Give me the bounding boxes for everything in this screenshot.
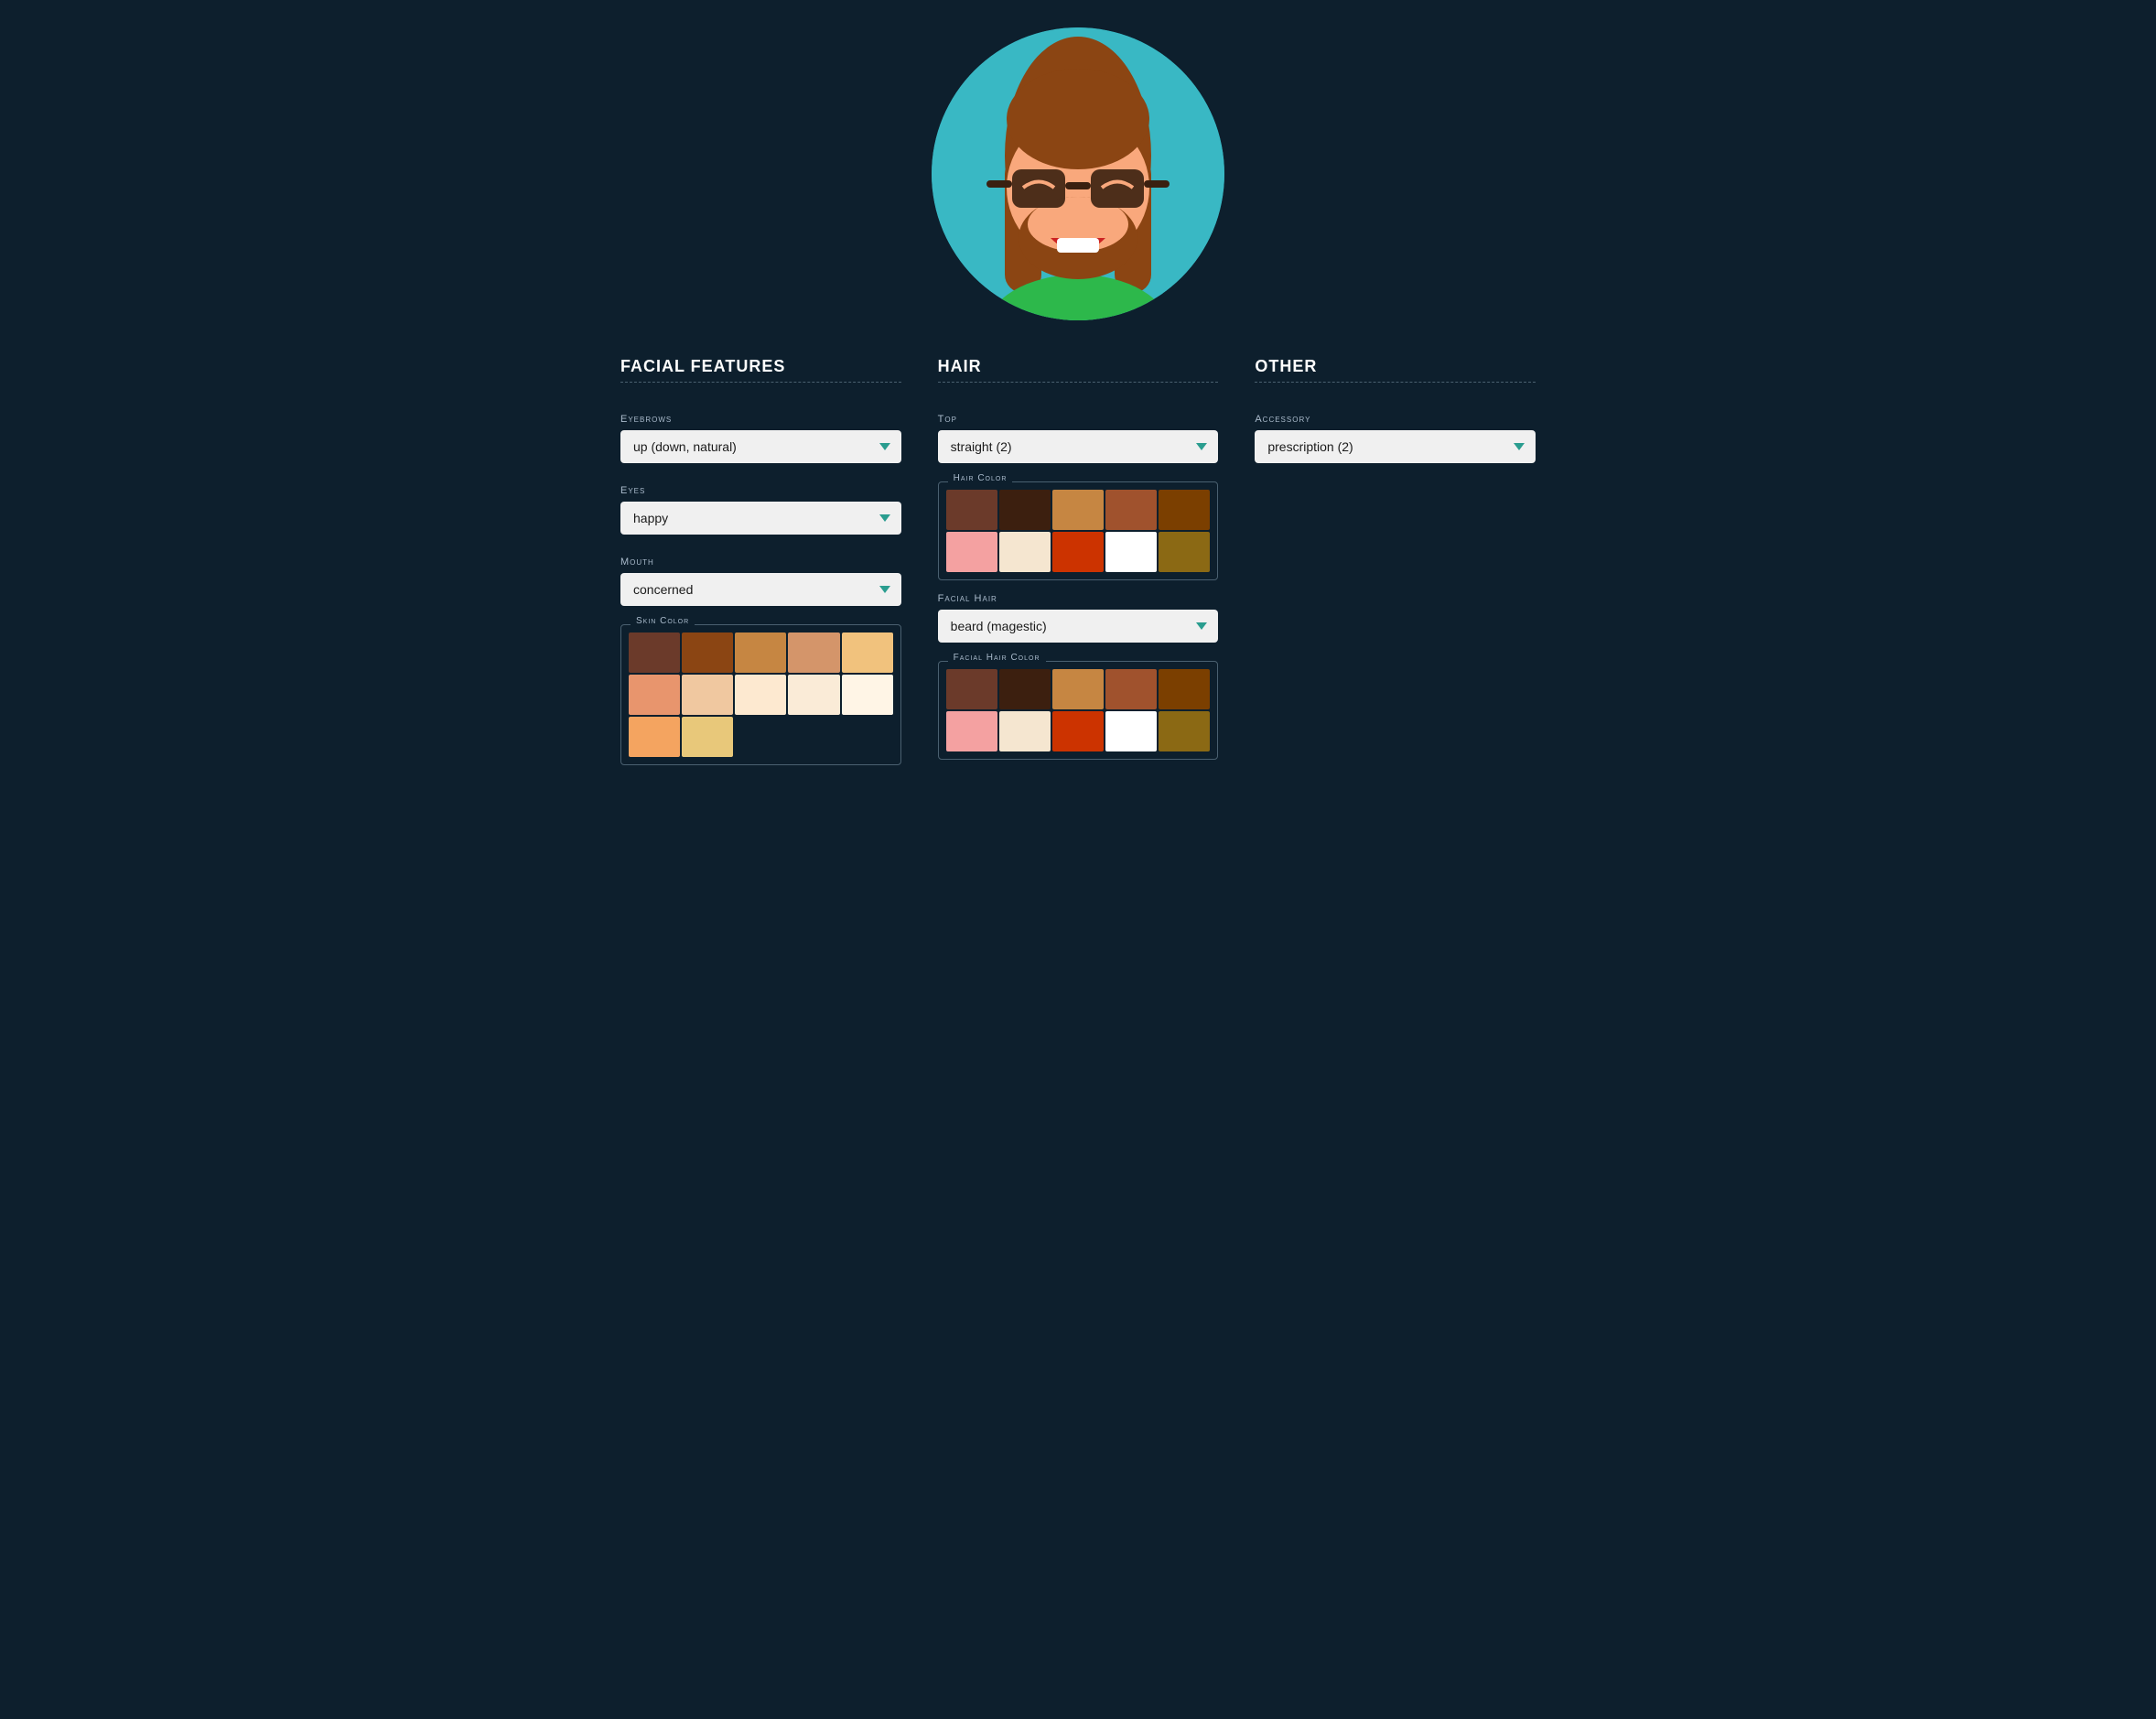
swatch[interactable]	[1105, 532, 1157, 572]
swatch[interactable]	[946, 711, 997, 751]
swatch[interactable]	[629, 717, 680, 757]
swatch[interactable]	[1105, 711, 1157, 751]
swatch[interactable]	[1052, 532, 1104, 572]
eyes-select[interactable]: happy sad surprised closed wink	[620, 502, 901, 535]
top-label: Top	[938, 414, 1219, 425]
swatch[interactable]	[735, 632, 786, 673]
hair-section: Hair Top straight (2) straight (1) curly…	[938, 357, 1219, 765]
swatch[interactable]	[1159, 711, 1210, 751]
swatch[interactable]	[946, 490, 997, 530]
swatch	[788, 717, 839, 757]
swatch[interactable]	[788, 632, 839, 673]
swatch[interactable]	[788, 675, 839, 715]
hair-color-label: Hair Color	[948, 473, 1013, 483]
eyebrows-label: Eyebrows	[620, 414, 901, 425]
eyes-dropdown[interactable]: happy sad surprised closed wink	[620, 502, 901, 535]
hair-color-box: Hair Color	[938, 481, 1219, 580]
swatch[interactable]	[946, 669, 997, 709]
swatch[interactable]	[1052, 711, 1104, 751]
skin-color-box: Skin Color	[620, 624, 901, 765]
skin-color-label: Skin Color	[631, 616, 695, 626]
facial-hair-color-box: Facial Hair Color	[938, 661, 1219, 760]
main-content: Facial Features Eyebrows up (down, natur…	[620, 357, 1536, 765]
avatar-circle: TILT	[932, 27, 1224, 320]
avatar-svg: TILT	[932, 27, 1224, 320]
swatch[interactable]	[1052, 490, 1104, 530]
skin-swatches-grid	[629, 632, 893, 757]
swatch	[735, 717, 786, 757]
facial-features-title: Facial Features	[620, 357, 901, 376]
eyes-label: Eyes	[620, 485, 901, 496]
other-section: Other Accessory prescription (2) prescri…	[1255, 357, 1536, 765]
svg-text:TILT: TILT	[1037, 313, 1104, 320]
swatch[interactable]	[999, 669, 1051, 709]
accessory-dropdown[interactable]: prescription (2) prescription (1) none s…	[1255, 430, 1536, 463]
swatch[interactable]	[999, 532, 1051, 572]
eyebrows-select[interactable]: up (down, natural) down natural raised a…	[620, 430, 901, 463]
eyebrows-dropdown[interactable]: up (down, natural) down natural raised a…	[620, 430, 901, 463]
hair-title: Hair	[938, 357, 1219, 376]
facial-hair-label: Facial Hair	[938, 593, 1219, 604]
swatch	[842, 717, 893, 757]
top-dropdown[interactable]: straight (2) straight (1) curly afro bun	[938, 430, 1219, 463]
hair-swatches-grid	[946, 490, 1211, 572]
swatch[interactable]	[682, 717, 733, 757]
swatch[interactable]	[735, 675, 786, 715]
top-select[interactable]: straight (2) straight (1) curly afro bun	[938, 430, 1219, 463]
swatch[interactable]	[999, 490, 1051, 530]
swatch[interactable]	[1052, 669, 1104, 709]
swatch[interactable]	[946, 532, 997, 572]
swatch[interactable]	[629, 632, 680, 673]
swatch[interactable]	[1159, 669, 1210, 709]
other-divider	[1255, 382, 1536, 383]
facial-hair-swatches-grid	[946, 669, 1211, 751]
facial-features-section: Facial Features Eyebrows up (down, natur…	[620, 357, 901, 765]
swatch[interactable]	[682, 675, 733, 715]
swatch[interactable]	[999, 711, 1051, 751]
other-title: Other	[1255, 357, 1536, 376]
swatch[interactable]	[842, 632, 893, 673]
mouth-select[interactable]: concerned happy sad open smirk	[620, 573, 901, 606]
swatch[interactable]	[1159, 532, 1210, 572]
swatch[interactable]	[1105, 669, 1157, 709]
avatar-section: TILT	[932, 27, 1224, 320]
swatch[interactable]	[629, 675, 680, 715]
facial-features-divider	[620, 382, 901, 383]
swatch[interactable]	[1159, 490, 1210, 530]
facial-hair-dropdown[interactable]: beard (magestic) none mustache goatee st…	[938, 610, 1219, 643]
mouth-label: Mouth	[620, 557, 901, 568]
accessory-label: Accessory	[1255, 414, 1536, 425]
facial-hair-select[interactable]: beard (magestic) none mustache goatee st…	[938, 610, 1219, 643]
mouth-dropdown[interactable]: concerned happy sad open smirk	[620, 573, 901, 606]
swatch[interactable]	[842, 675, 893, 715]
hair-divider	[938, 382, 1219, 383]
swatch[interactable]	[682, 632, 733, 673]
swatch[interactable]	[1105, 490, 1157, 530]
accessory-select[interactable]: prescription (2) prescription (1) none s…	[1255, 430, 1536, 463]
facial-hair-color-label: Facial Hair Color	[948, 653, 1046, 663]
